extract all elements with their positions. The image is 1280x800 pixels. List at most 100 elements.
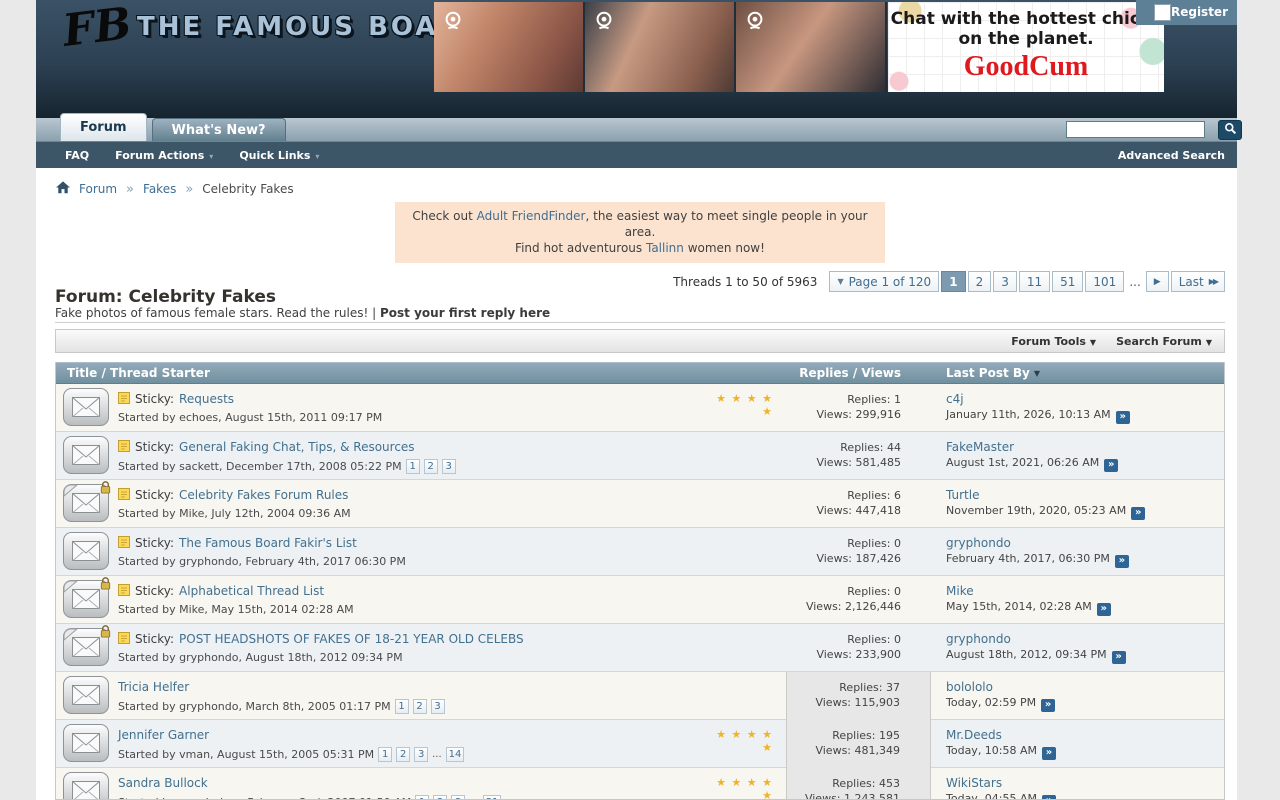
thread-page-button[interactable]: 3 bbox=[451, 795, 465, 800]
thread-rating-stars: ★ ★ ★ ★ ★ bbox=[701, 392, 773, 418]
adult-friendfinder-link[interactable]: Adult FriendFinder bbox=[477, 209, 586, 223]
search-forum-dropdown[interactable]: Search Forum▼ bbox=[1116, 335, 1212, 348]
go-to-last-post-icon[interactable]: » bbox=[1104, 459, 1118, 472]
tab-forum[interactable]: Forum bbox=[60, 113, 147, 141]
menu-quick-links[interactable]: Quick Links▾ bbox=[239, 149, 319, 162]
page-button[interactable]: 101 bbox=[1085, 271, 1124, 292]
thread-title-link[interactable]: Jennifer Garner bbox=[118, 728, 209, 742]
next-arrow-icon: ▶ bbox=[1154, 277, 1161, 287]
cam-preview-image[interactable] bbox=[585, 2, 734, 92]
replies-views-cell: Replies: 0 Views: 2,126,446 bbox=[786, 576, 931, 624]
sort-desc-icon: ▼ bbox=[1034, 369, 1040, 378]
thread-started-by: Started by gryphondo, August 18th, 2012 … bbox=[118, 651, 403, 664]
main-nav-tabbar: Forum What's New? bbox=[36, 118, 1237, 142]
thread-page-button[interactable]: 2 bbox=[424, 459, 438, 474]
go-to-last-post-icon[interactable]: » bbox=[1115, 555, 1129, 568]
thread-page-button[interactable]: 1 bbox=[395, 699, 409, 714]
thread-page-button[interactable]: 3 bbox=[431, 699, 445, 714]
thread-title-link[interactable]: Sandra Bullock bbox=[118, 776, 208, 790]
thread-title-link[interactable]: The Famous Board Fakir's List bbox=[179, 536, 357, 550]
first-reply-link[interactable]: Post your first reply here bbox=[380, 306, 550, 320]
banner-ad[interactable] bbox=[434, 2, 887, 92]
text-ad[interactable]: Chat with the hottest chicks on the plan… bbox=[888, 2, 1164, 92]
views-count: Views: 187,426 bbox=[786, 551, 901, 566]
site-logo-monogram[interactable]: FB bbox=[60, 0, 134, 57]
advanced-search-link[interactable]: Advanced Search bbox=[1118, 149, 1225, 162]
sticky-note-icon bbox=[118, 392, 130, 407]
last-post-user-link[interactable]: Mr.Deeds bbox=[946, 728, 1002, 742]
last-post-cell: WikiStars Today, 04:55 AM» bbox=[946, 776, 1056, 800]
last-post-user-link[interactable]: gryphondo bbox=[946, 536, 1011, 550]
column-title[interactable]: Title / Thread Starter bbox=[67, 363, 210, 384]
last-post-date: February 4th, 2017, 06:30 PM bbox=[946, 552, 1110, 565]
go-to-last-post-icon[interactable]: » bbox=[1041, 699, 1055, 712]
go-to-last-post-icon[interactable]: » bbox=[1042, 795, 1056, 800]
thread-title-link[interactable]: General Faking Chat, Tips, & Resources bbox=[179, 440, 415, 454]
tab-whats-new[interactable]: What's New? bbox=[152, 118, 286, 141]
thread-started-by: Started by gryphondo, February 4th, 2017… bbox=[118, 555, 406, 568]
pagination-ellipsis: ... bbox=[1126, 275, 1143, 289]
divider bbox=[55, 322, 1225, 323]
search-input[interactable] bbox=[1066, 121, 1205, 138]
last-post-user-link[interactable]: WikiStars bbox=[946, 776, 1002, 790]
go-to-last-post-icon[interactable]: » bbox=[1131, 507, 1145, 520]
replies-count: Replies: 195 bbox=[787, 728, 900, 743]
sticky-prefix: Sticky: bbox=[135, 392, 174, 406]
thread-page-button[interactable]: 3 bbox=[442, 459, 456, 474]
last-post-user-link[interactable]: Turtle bbox=[946, 488, 979, 502]
forum-tools-dropdown[interactable]: Forum Tools▼ bbox=[1011, 335, 1096, 348]
go-to-last-post-icon[interactable]: » bbox=[1112, 651, 1126, 664]
thread-page-button[interactable]: 3 bbox=[414, 747, 428, 762]
page-dropdown-button[interactable]: ▼Page 1 of 120 bbox=[829, 271, 939, 292]
go-to-last-post-icon[interactable]: » bbox=[1097, 603, 1111, 616]
go-to-last-post-icon[interactable]: » bbox=[1042, 747, 1056, 760]
sticky-prefix: Sticky: bbox=[135, 440, 174, 454]
last-page-button[interactable]: Last▶▶ bbox=[1171, 271, 1225, 292]
thread-page-button[interactable]: 14 bbox=[446, 747, 465, 762]
breadcrumb-fakes[interactable]: Fakes bbox=[143, 182, 176, 196]
next-page-button[interactable]: ▶ bbox=[1146, 271, 1169, 292]
cam-preview-image[interactable] bbox=[736, 2, 885, 92]
thread-title-link[interactable]: Tricia Helfer bbox=[118, 680, 189, 694]
sticky-prefix: Sticky: bbox=[135, 584, 174, 598]
page-button-current[interactable]: 1 bbox=[941, 271, 965, 292]
breadcrumb-forum[interactable]: Forum bbox=[79, 182, 117, 196]
register-link[interactable]: Register bbox=[1171, 5, 1228, 19]
page-button[interactable]: 2 bbox=[968, 271, 992, 292]
thread-page-button[interactable]: 2 bbox=[413, 699, 427, 714]
last-post-user-link[interactable]: FakeMaster bbox=[946, 440, 1014, 454]
thread-title-link[interactable]: Requests bbox=[179, 392, 234, 406]
column-last-post[interactable]: Last Post By▼ bbox=[946, 363, 1040, 384]
thread-page-button[interactable]: 1 bbox=[406, 459, 420, 474]
replies-count: Replies: 37 bbox=[787, 680, 900, 695]
thread-page-button[interactable]: 2 bbox=[396, 747, 410, 762]
thread-page-button[interactable]: 1 bbox=[415, 795, 429, 800]
page-button[interactable]: 51 bbox=[1052, 271, 1083, 292]
tallinn-link[interactable]: Tallinn bbox=[646, 241, 684, 255]
last-post-user-link[interactable]: gryphondo bbox=[946, 632, 1011, 646]
page-button[interactable]: 3 bbox=[993, 271, 1017, 292]
column-replies-views[interactable]: Replies / Views bbox=[756, 363, 901, 384]
thread-title-link[interactable]: Alphabetical Thread List bbox=[179, 584, 324, 598]
last-post-user-link[interactable]: bolololo bbox=[946, 680, 993, 694]
thread-title-link[interactable]: POST HEADSHOTS OF FAKES OF 18-21 YEAR OL… bbox=[179, 632, 524, 646]
forum-toolbar: Forum Tools▼ Search Forum▼ bbox=[55, 329, 1225, 353]
page-title: Forum: Celebrity Fakes bbox=[55, 287, 276, 307]
thread-page-button[interactable]: 1 bbox=[378, 747, 392, 762]
go-to-last-post-icon[interactable]: » bbox=[1116, 411, 1130, 424]
last-post-user-link[interactable]: Mike bbox=[946, 584, 974, 598]
menu-forum-actions[interactable]: Forum Actions▾ bbox=[115, 149, 213, 162]
last-post-user-link[interactable]: c4j bbox=[946, 392, 964, 406]
page-button[interactable]: 11 bbox=[1019, 271, 1050, 292]
thread-page-button[interactable]: 2 bbox=[433, 795, 447, 800]
last-post-date: Today, 02:59 PM bbox=[946, 696, 1036, 709]
thread-page-button[interactable]: 31 bbox=[483, 795, 502, 800]
menu-faq[interactable]: FAQ bbox=[65, 149, 89, 162]
thread-title-link[interactable]: Celebrity Fakes Forum Rules bbox=[179, 488, 348, 502]
ad-brand[interactable]: GoodCum bbox=[888, 51, 1164, 83]
home-icon[interactable] bbox=[56, 181, 70, 197]
search-button[interactable] bbox=[1218, 120, 1242, 140]
forum-page: FB THE FAMOUS BOARD Chat with the hottes… bbox=[36, 0, 1237, 800]
cam-preview-image[interactable] bbox=[434, 2, 583, 92]
login-input-fragment[interactable] bbox=[1154, 4, 1171, 21]
